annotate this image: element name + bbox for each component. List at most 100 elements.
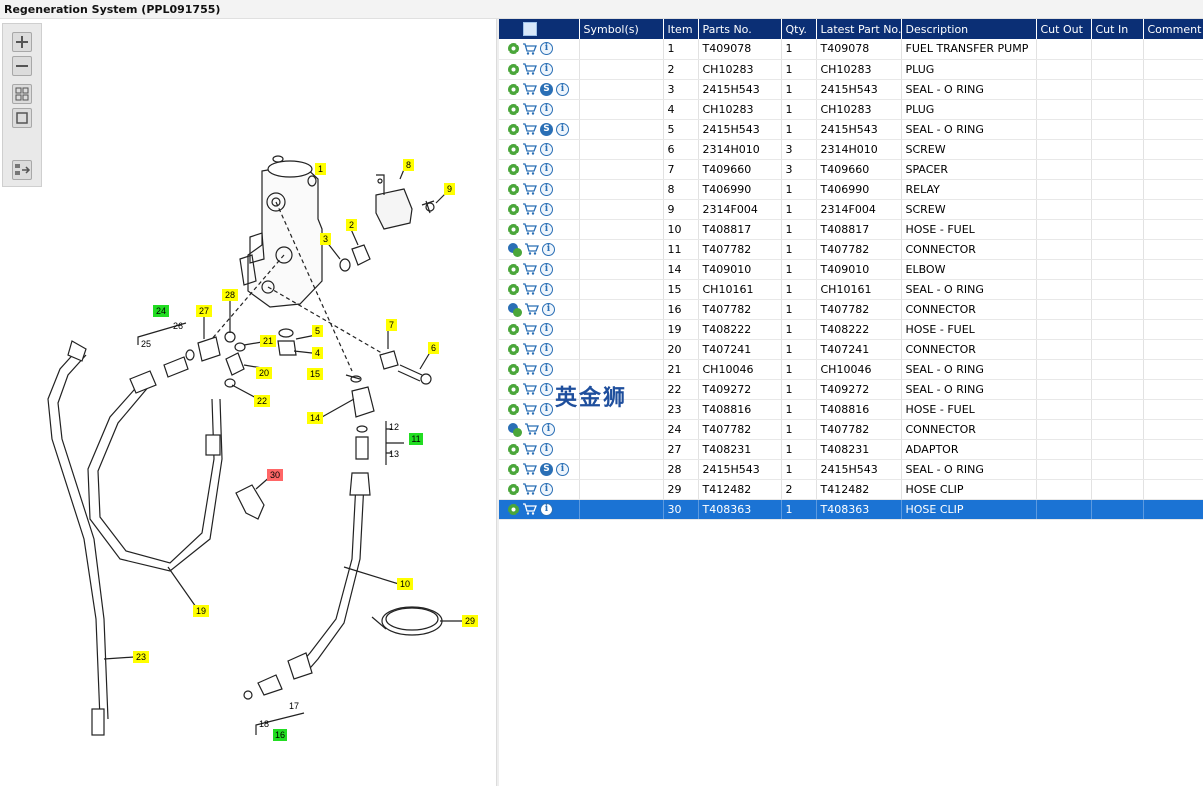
info-icon[interactable]: i: [540, 62, 553, 76]
column-header-description[interactable]: Description: [901, 19, 1037, 39]
info-icon[interactable]: i: [540, 442, 553, 456]
callout-5[interactable]: 5: [312, 325, 323, 337]
cart-icon[interactable]: [522, 43, 537, 55]
gear-icon[interactable]: [508, 283, 519, 295]
callout-3[interactable]: 3: [320, 233, 331, 245]
cart-icon[interactable]: [522, 323, 537, 335]
gear-icon[interactable]: [508, 403, 519, 415]
table-row[interactable]: i 11 T407782 1 T407782 CONNECTOR: [499, 239, 1203, 260]
info-icon[interactable]: i: [542, 242, 555, 256]
callout-20[interactable]: 20: [256, 367, 272, 379]
table-row[interactable]: i 10 T408817 1 T408817 HOSE - FUEL: [499, 219, 1203, 240]
table-row[interactable]: Si 28 2415H543 1 2415H543 SEAL - O RING: [499, 459, 1203, 480]
gear-icon[interactable]: [508, 323, 519, 335]
column-header-parts-no[interactable]: Parts No.: [698, 19, 782, 39]
zoom-in-button[interactable]: [12, 32, 32, 52]
callout-28[interactable]: 28: [222, 289, 238, 301]
table-row[interactable]: i 1 T409078 1 T409078 FUEL TRANSFER PUMP: [499, 39, 1203, 60]
callout-22[interactable]: 22: [254, 395, 270, 407]
gear-icon[interactable]: [508, 203, 519, 215]
info-icon[interactable]: i: [540, 42, 553, 56]
cart-icon[interactable]: [522, 143, 537, 155]
callout-6[interactable]: 6: [428, 342, 439, 354]
callout-9[interactable]: 9: [444, 183, 455, 195]
info-icon[interactable]: i: [540, 202, 553, 216]
table-row[interactable]: i 15 CH10161 1 CH10161 SEAL - O RING: [499, 279, 1203, 300]
table-row[interactable]: i 27 T408231 1 T408231 ADAPTOR: [499, 439, 1203, 460]
info-icon[interactable]: i: [540, 282, 553, 296]
info-icon[interactable]: i: [540, 482, 553, 496]
info-icon[interactable]: i: [542, 422, 555, 436]
callout-23[interactable]: 23: [133, 651, 149, 663]
cart-icon[interactable]: [522, 443, 537, 455]
cart-icon[interactable]: [522, 183, 537, 195]
list-view-button[interactable]: [12, 160, 32, 180]
exploded-parts-diagram[interactable]: 1 2 3 4 5 6 7 8 9 10 11 12 13 14 15 16 1…: [0, 19, 496, 786]
gear-icon[interactable]: [508, 163, 519, 175]
gears-icon[interactable]: [508, 422, 522, 437]
table-row[interactable]: i 24 T407782 1 T407782 CONNECTOR: [499, 419, 1203, 440]
supersession-icon[interactable]: S: [540, 82, 553, 96]
cart-icon[interactable]: [522, 483, 537, 495]
table-row[interactable]: Si 3 2415H543 1 2415H543 SEAL - O RING: [499, 79, 1203, 100]
callout-17[interactable]: 17: [289, 701, 299, 711]
callout-4[interactable]: 4: [312, 347, 323, 359]
table-row[interactable]: i 2 CH10283 1 CH10283 PLUG: [499, 59, 1203, 80]
gear-icon[interactable]: [508, 383, 519, 395]
fit-all-button[interactable]: [12, 84, 32, 104]
gear-icon[interactable]: [508, 63, 519, 75]
gear-icon[interactable]: [508, 263, 519, 275]
callout-24[interactable]: 24: [153, 305, 169, 317]
gear-icon[interactable]: [508, 463, 519, 475]
cart-icon[interactable]: [524, 303, 539, 315]
callout-16[interactable]: 16: [273, 729, 287, 741]
gear-icon[interactable]: [508, 483, 519, 495]
cart-icon[interactable]: [522, 123, 537, 135]
callout-19[interactable]: 19: [193, 605, 209, 617]
callout-10[interactable]: 10: [397, 578, 413, 590]
table-row[interactable]: i 19 T408222 1 T408222 HOSE - FUEL: [499, 319, 1203, 340]
info-icon[interactable]: i: [540, 362, 553, 376]
gear-icon[interactable]: [508, 143, 519, 155]
cart-icon[interactable]: [522, 383, 537, 395]
callout-26[interactable]: 26: [173, 321, 183, 331]
table-row[interactable]: i 29 T412482 2 T412482 HOSE CLIP: [499, 479, 1203, 500]
gear-icon[interactable]: [508, 183, 519, 195]
cart-icon[interactable]: [524, 423, 539, 435]
info-icon[interactable]: i: [540, 322, 553, 336]
column-header-latest-part-no[interactable]: Latest Part No.: [816, 19, 902, 39]
callout-30[interactable]: 30: [267, 469, 283, 481]
column-header-actions[interactable]: [499, 19, 580, 39]
table-row[interactable]: i 16 T407782 1 T407782 CONNECTOR: [499, 299, 1203, 320]
info-icon[interactable]: i: [540, 182, 553, 196]
callout-21[interactable]: 21: [260, 335, 276, 347]
cart-icon[interactable]: [524, 243, 539, 255]
gear-icon[interactable]: [508, 443, 519, 455]
callout-7[interactable]: 7: [386, 319, 397, 331]
gears-icon[interactable]: [508, 302, 522, 317]
callout-18[interactable]: 18: [259, 719, 269, 729]
column-header-comment[interactable]: Comment: [1143, 19, 1203, 39]
table-row[interactable]: Si 5 2415H543 1 2415H543 SEAL - O RING: [499, 119, 1203, 140]
gear-icon[interactable]: [508, 503, 519, 515]
info-icon[interactable]: i: [540, 342, 553, 356]
callout-12[interactable]: 12: [389, 422, 399, 432]
table-row[interactable]: i 14 T409010 1 T409010 ELBOW: [499, 259, 1203, 280]
column-header-symbols[interactable]: Symbol(s): [579, 19, 664, 39]
fit-page-button[interactable]: [12, 108, 32, 128]
cart-icon[interactable]: [522, 223, 537, 235]
info-icon[interactable]: i: [556, 122, 569, 136]
info-icon[interactable]: i: [540, 402, 553, 416]
callout-11[interactable]: 11: [409, 433, 423, 445]
info-icon[interactable]: i: [540, 222, 553, 236]
search-icon[interactable]: [523, 21, 537, 36]
diagram-panel[interactable]: 1 2 3 4 5 6 7 8 9 10 11 12 13 14 15 16 1…: [0, 19, 496, 786]
info-icon[interactable]: i: [540, 142, 553, 156]
callout-1[interactable]: 1: [315, 163, 326, 175]
callout-25[interactable]: 25: [141, 339, 151, 349]
cart-icon[interactable]: [522, 403, 537, 415]
callout-27[interactable]: 27: [196, 305, 212, 317]
callout-15[interactable]: 15: [307, 368, 323, 380]
gear-icon[interactable]: [508, 83, 519, 95]
gear-icon[interactable]: [508, 363, 519, 375]
